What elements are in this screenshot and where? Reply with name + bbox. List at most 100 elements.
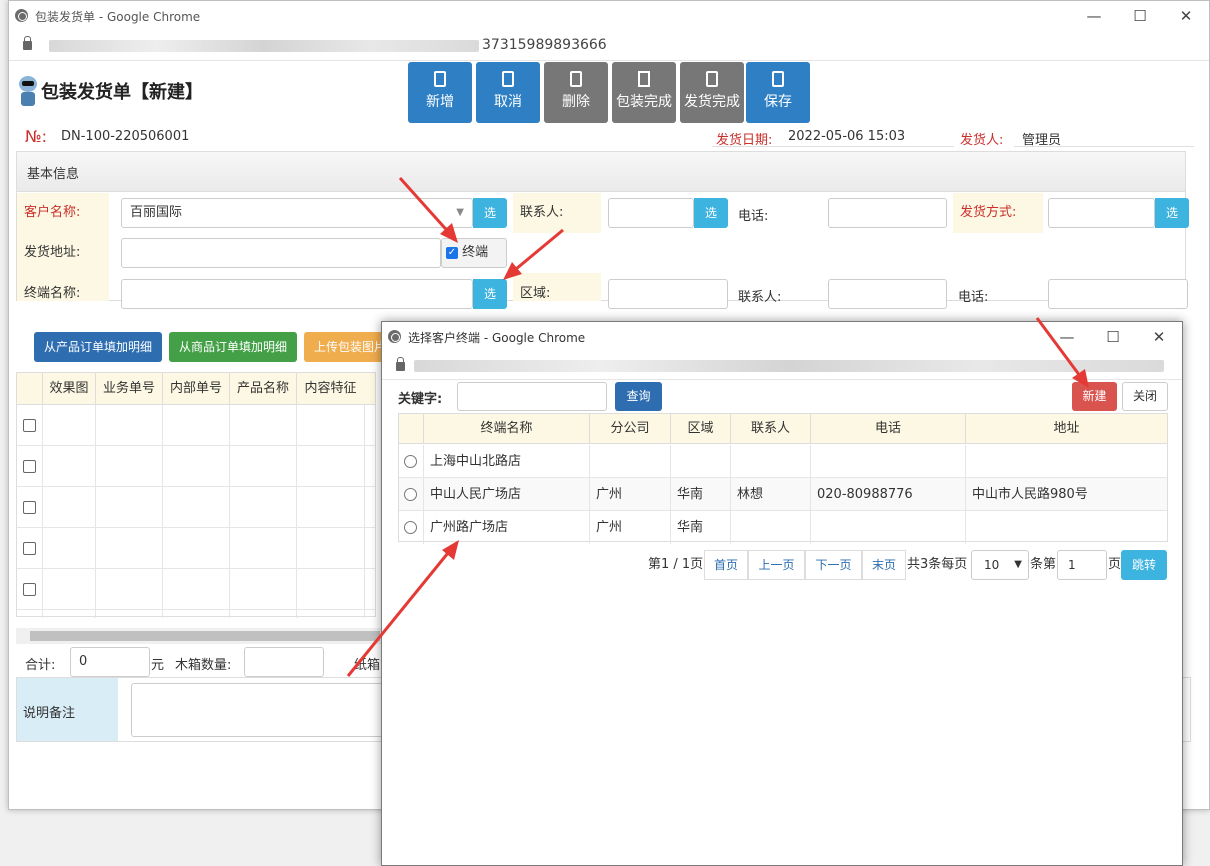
- new-terminal-button[interactable]: 新建: [1072, 382, 1117, 411]
- goto-page-input[interactable]: 1: [1057, 550, 1107, 580]
- basic-info-panel: 基本信息 客户名称: 百丽国际 ▼ 选 联系人: 选 电话: 发货方式: 选 发货…: [16, 151, 1189, 309]
- row-radio-cell: [399, 511, 424, 544]
- lock-icon: [23, 36, 32, 50]
- grid-divider: [95, 405, 96, 618]
- dialog-maximize-button[interactable]: ☐: [1090, 322, 1136, 352]
- horizontal-scrollbar[interactable]: [16, 628, 382, 644]
- terminal-select-button[interactable]: 选: [473, 279, 507, 309]
- globe-icon: [388, 330, 401, 343]
- shipper-label: 发货人:: [960, 133, 1004, 148]
- ship-date-value: 2022-05-06 15:03: [788, 129, 906, 144]
- doc-no-label: №:: [25, 127, 48, 146]
- terminal-label: 终端名称:: [17, 273, 109, 301]
- contact-select-button[interactable]: 选: [694, 198, 728, 228]
- col-branch: 分公司: [590, 414, 671, 444]
- dialog-minimize-button[interactable]: —: [1044, 322, 1090, 352]
- contact-input[interactable]: [608, 198, 694, 228]
- keyword-input[interactable]: [457, 382, 607, 411]
- region-label: 区域:: [513, 273, 601, 301]
- detail-grid-header: 效果图 业务单号 内部单号 产品名称 内容特征: [17, 373, 375, 405]
- ship-method-select-button[interactable]: 选: [1155, 198, 1189, 228]
- last-page-button[interactable]: 末页: [862, 550, 906, 580]
- phone-input[interactable]: [828, 198, 947, 228]
- upload-pack-image-button[interactable]: 上传包装图片: [304, 332, 386, 362]
- prev-page-button[interactable]: 上一页: [748, 550, 805, 580]
- add-from-goods-order-button[interactable]: 从商品订单填加明细: [169, 332, 298, 362]
- pack-done-button[interactable]: 包装完成: [612, 62, 676, 123]
- customer-select-button[interactable]: 选: [473, 198, 507, 228]
- cell-phone: [811, 445, 966, 478]
- ship-method-input[interactable]: [1048, 198, 1155, 228]
- per-page-select[interactable]: 10 ▼: [971, 550, 1029, 580]
- table-row: [17, 446, 375, 487]
- row-checkbox[interactable]: [23, 583, 36, 596]
- phone-label: 电话:: [738, 209, 769, 224]
- cell-address: [966, 511, 1167, 544]
- close-dialog-button[interactable]: 关闭: [1122, 382, 1168, 411]
- total-label: 合计:: [25, 658, 56, 673]
- cell-name: 上海中山北路店: [424, 445, 590, 478]
- row-checkbox[interactable]: [23, 542, 36, 555]
- col-terminal-name: 终端名称: [424, 414, 590, 444]
- next-page-button[interactable]: 下一页: [805, 550, 862, 580]
- window-title: 包装发货单 - Google Chrome: [35, 9, 201, 24]
- phone2-input[interactable]: [1048, 279, 1188, 309]
- add-from-product-order-button[interactable]: 从产品订单填加明细: [34, 332, 163, 362]
- row-checkbox[interactable]: [23, 501, 36, 514]
- minimize-button[interactable]: —: [1071, 1, 1117, 31]
- cell-name: 广州路广场店: [424, 511, 590, 544]
- carton-label: 纸箱: [354, 658, 381, 673]
- new-button[interactable]: 新增: [408, 62, 472, 123]
- ship-icon: [706, 71, 718, 87]
- address-input[interactable]: [121, 238, 441, 268]
- lock-icon: [396, 357, 405, 371]
- cell-phone: [811, 511, 966, 544]
- dialog-address-bar[interactable]: [382, 352, 1182, 380]
- terminal-checkbox-group[interactable]: ✓ 终端: [441, 238, 507, 268]
- basic-info-header: 基本信息: [17, 152, 1185, 192]
- terminal-input[interactable]: [121, 279, 473, 309]
- col-radio: [399, 414, 424, 444]
- maximize-button[interactable]: ☐: [1117, 1, 1163, 31]
- save-button[interactable]: 保存: [746, 62, 810, 123]
- delete-button[interactable]: 删除: [544, 62, 608, 123]
- terminal-table: 终端名称 分公司 区域 联系人 电话 地址 上海中山北路店 中山人民广场店 广州…: [398, 413, 1168, 544]
- goto-suffix: 页: [1108, 557, 1122, 572]
- dialog-close-button[interactable]: ✕: [1136, 322, 1182, 352]
- contact2-input[interactable]: [828, 279, 947, 309]
- cell-contact: 林想: [731, 478, 811, 511]
- table-row[interactable]: 广州路广场店 广州 华南: [399, 511, 1167, 544]
- total-input[interactable]: 0: [70, 647, 150, 677]
- detail-grid: 效果图 业务单号 内部单号 产品名称 内容特征: [16, 372, 376, 618]
- address-bar[interactable]: 37315989893666: [9, 31, 1209, 61]
- total-unit: 元: [151, 658, 165, 673]
- col-address: 地址: [966, 414, 1167, 444]
- ship-method-label: 发货方式:: [953, 193, 1043, 233]
- row-radio[interactable]: [404, 455, 417, 468]
- title-bar: 包装发货单 - Google Chrome — ☐ ✕: [9, 1, 1209, 31]
- region-input[interactable]: [608, 279, 728, 309]
- col-contact: 联系人: [731, 414, 811, 444]
- first-page-button[interactable]: 首页: [704, 550, 748, 580]
- row-checkbox[interactable]: [23, 460, 36, 473]
- terminal-checkbox[interactable]: ✓: [446, 246, 458, 259]
- row-radio[interactable]: [404, 488, 417, 501]
- wood-box-input[interactable]: [244, 647, 324, 677]
- table-row[interactable]: 中山人民广场店 广州 华南 林想 020-80988776 中山市人民路980号: [399, 478, 1167, 511]
- cancel-button[interactable]: 取消: [476, 62, 540, 123]
- ship-done-button[interactable]: 发货完成: [680, 62, 744, 123]
- table-row: [17, 405, 375, 446]
- row-radio[interactable]: [404, 521, 417, 534]
- scrollbar-thumb[interactable]: [30, 631, 380, 641]
- dropdown-arrow-icon: ▼: [456, 207, 464, 218]
- goto-prefix: 条第: [1030, 557, 1057, 572]
- query-button[interactable]: 查询: [615, 382, 662, 411]
- table-row: [17, 487, 375, 528]
- delete-icon: [570, 71, 582, 87]
- jump-button[interactable]: 跳转: [1121, 550, 1167, 580]
- close-button[interactable]: ✕: [1163, 1, 1209, 31]
- row-checkbox[interactable]: [23, 419, 36, 432]
- blurred-url: [49, 40, 479, 52]
- table-row[interactable]: 上海中山北路店: [399, 445, 1167, 478]
- customer-select[interactable]: 百丽国际 ▼: [121, 198, 473, 228]
